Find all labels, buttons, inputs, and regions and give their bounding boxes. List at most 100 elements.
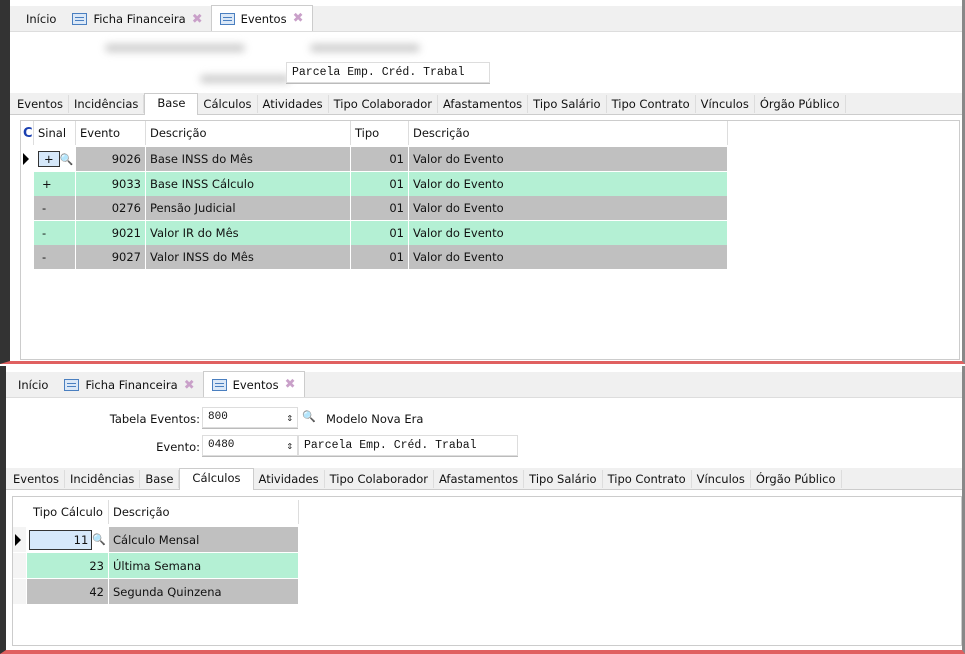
close-icon[interactable]: ✖ xyxy=(192,12,203,27)
tabela-value: 800 xyxy=(208,411,228,423)
tab-ficha-financeira[interactable]: Ficha Financeira ✖ xyxy=(64,7,210,31)
search-icon[interactable]: 🔍 xyxy=(60,153,74,166)
subtab-6[interactable]: Afastamentos xyxy=(434,469,525,488)
search-icon[interactable]: 🔍 xyxy=(302,410,316,423)
redacted-text xyxy=(105,44,245,52)
tab-eventos[interactable]: Eventos ✖ xyxy=(210,5,313,31)
subtab-5[interactable]: Tipo Colaborador xyxy=(329,94,438,113)
table-row[interactable]: 42 Segunda Quinzena xyxy=(13,579,299,604)
col-header-evento[interactable]: Evento xyxy=(76,121,146,145)
subtab-4[interactable]: Atividades xyxy=(258,94,329,113)
tab-ficha-financeira[interactable]: Ficha Financeira ✖ xyxy=(56,373,202,397)
row-indicator xyxy=(21,220,34,245)
tipo-cell: 01 xyxy=(351,220,409,245)
table-row[interactable]: - 9021 Valor IR do Mês 01 Valor do Evento xyxy=(21,220,728,245)
sinal-cell[interactable]: - xyxy=(34,220,76,245)
close-icon[interactable]: ✖ xyxy=(293,11,304,26)
tab-eventos[interactable]: Eventos ✖ xyxy=(202,371,305,397)
spin-icon[interactable]: ⇕ xyxy=(286,411,293,425)
row-indicator xyxy=(13,527,27,552)
descricao-cell: Segunda Quinzena xyxy=(109,579,299,604)
sinal-cell[interactable]: + xyxy=(34,171,76,196)
descricao-cell: Valor INSS do Mês xyxy=(146,245,351,269)
subtab-3[interactable]: Cálculos xyxy=(198,94,258,113)
base-grid: C Sinal Evento Descrição Tipo Descrição … xyxy=(20,120,960,360)
row-indicator xyxy=(21,245,34,269)
subtab-1[interactable]: Incidências xyxy=(69,94,145,113)
subtab-0[interactable]: Eventos xyxy=(8,469,65,488)
close-icon[interactable]: ✖ xyxy=(184,378,195,393)
row-indicator xyxy=(21,196,34,220)
spin-icon[interactable]: ⇕ xyxy=(286,439,293,453)
sinal-cell[interactable]: - xyxy=(34,245,76,269)
tipo_desc-cell: Valor do Evento xyxy=(409,171,728,196)
subtab-7[interactable]: Tipo Salário xyxy=(524,469,603,488)
close-icon[interactable]: ✖ xyxy=(285,377,296,392)
tab-inicio[interactable]: Início xyxy=(10,373,56,397)
tipo-calculo-cell[interactable]: 23 xyxy=(27,553,109,578)
subtab-2[interactable]: Base xyxy=(144,92,199,115)
descricao-cell: Base INSS Cálculo xyxy=(146,171,351,196)
tipo-calculo-cell[interactable]: 11 🔍 xyxy=(27,527,109,552)
subtab-10[interactable]: Órgão Público xyxy=(755,94,846,113)
row-indicator xyxy=(13,579,27,604)
evento-cell: 9026 xyxy=(76,147,146,171)
tab-label: Ficha Financeira xyxy=(93,12,186,26)
table-row[interactable]: 23 Última Semana xyxy=(13,553,299,578)
subtab-9[interactable]: Vínculos xyxy=(692,469,751,488)
sinal-value: + xyxy=(38,151,60,167)
col-header-c[interactable]: C xyxy=(21,121,34,145)
col-header-tipo-descricao[interactable]: Descrição xyxy=(409,121,728,145)
col-header-descricao[interactable]: Descrição xyxy=(146,121,351,145)
search-icon[interactable]: 🔍 xyxy=(92,533,106,546)
tab-label: Início xyxy=(18,378,49,392)
subtab-6[interactable]: Afastamentos xyxy=(438,94,529,113)
evento-input[interactable]: 0480 ⇕ xyxy=(202,435,298,456)
calculos-grid: Tipo Cálculo Descrição 11 🔍 Cálculo Mensal… xyxy=(12,496,962,646)
subtab-8[interactable]: Tipo Contrato xyxy=(603,469,692,488)
current-row-pointer-icon xyxy=(15,533,21,546)
sinal-cell[interactable]: + 🔍 xyxy=(34,147,76,171)
table-row[interactable]: +9033 Base INSS Cálculo 01 Valor do Evento xyxy=(21,171,728,196)
tipo-cell: 01 xyxy=(351,147,409,171)
col-header-sinal[interactable]: Sinal xyxy=(34,121,76,145)
subtab-8[interactable]: Tipo Contrato xyxy=(607,94,696,113)
subtab-1[interactable]: Incidências xyxy=(65,469,141,488)
col-header-tipo[interactable]: Tipo xyxy=(351,121,409,145)
sinal-cell[interactable]: - xyxy=(34,196,76,220)
subtabs: Eventos Incidências Base Cálculos Atividades… xyxy=(6,467,962,490)
tabela-desc: Modelo Nova Era xyxy=(326,412,424,426)
subtab-7[interactable]: Tipo Salário xyxy=(528,94,607,113)
redacted-text xyxy=(200,75,290,83)
table-row[interactable]: + 🔍 9026 Base INSS do Mês 01 Valor do Evento xyxy=(21,147,728,171)
table-row[interactable]: - 9027 Valor INSS do Mês 01 Valor do Evento xyxy=(21,245,728,269)
table-row[interactable]: - 0276 Pensão Judicial 01 Valor do Evento xyxy=(21,196,728,220)
subtab-3[interactable]: Cálculos xyxy=(179,467,254,490)
row-indicator xyxy=(21,147,34,171)
col-header-descricao[interactable]: Descrição xyxy=(109,500,299,524)
subtab-10[interactable]: Órgão Público xyxy=(751,469,842,488)
tabela-eventos-input[interactable]: 800 ⇕ xyxy=(202,407,298,428)
tipo_desc-cell: Valor do Evento xyxy=(409,220,728,245)
subtab-9[interactable]: Vínculos xyxy=(696,94,755,113)
row-indicator xyxy=(21,171,34,196)
tab-label: Eventos xyxy=(232,377,279,392)
window-tabbar: Início Ficha Financeira ✖ Eventos ✖ xyxy=(10,5,962,32)
tipo_desc-cell: Valor do Evento xyxy=(409,196,728,220)
row-indicator xyxy=(13,553,27,578)
subtab-5[interactable]: Tipo Colaborador xyxy=(325,469,434,488)
tipo-cell: 01 xyxy=(351,245,409,269)
table-row[interactable]: 11 🔍 Cálculo Mensal xyxy=(13,527,299,552)
tipo-calculo-value: 42 xyxy=(89,584,104,599)
subtab-2[interactable]: Base xyxy=(140,469,180,488)
tab-inicio[interactable]: Início xyxy=(18,7,64,31)
tab-label: Ficha Financeira xyxy=(85,378,178,392)
indicator-col xyxy=(13,500,27,524)
subtab-0[interactable]: Eventos xyxy=(12,94,69,113)
col-header-tipo-calculo[interactable]: Tipo Cálculo xyxy=(27,500,109,524)
tipo-calculo-cell[interactable]: 42 xyxy=(27,579,109,604)
evento-desc-field[interactable]: Parcela Emp. Créd. Trabal xyxy=(298,435,518,456)
top-window: Início Ficha Financeira ✖ Eventos ✖ Parcel… xyxy=(0,0,965,364)
evento-desc-field[interactable]: Parcela Emp. Créd. Trabal xyxy=(286,62,490,83)
subtab-4[interactable]: Atividades xyxy=(254,469,325,488)
